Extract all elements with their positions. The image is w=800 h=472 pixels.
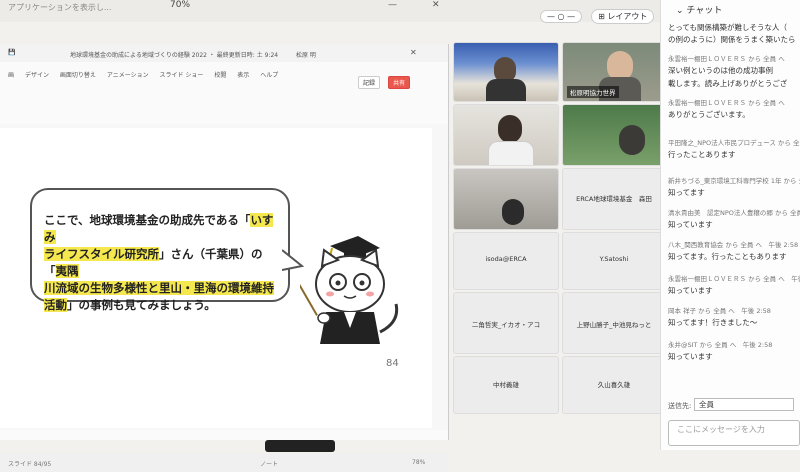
tab-review[interactable]: 校閲 [214, 70, 226, 79]
close-icon[interactable]: ✕ [432, 0, 440, 10]
participant-tile-3[interactable] [453, 104, 559, 166]
participant-tile-ysatoshi[interactable]: Y.Satoshi [562, 232, 666, 290]
participant-name: ERCA地球環境基金 森田 [576, 195, 652, 203]
cat-professor-icon [300, 236, 399, 344]
participant-name: 上野山勝子_中池見ねっと [576, 321, 652, 329]
share-button[interactable]: 共有 [388, 76, 411, 89]
chat-message: の例のように）関係をうまく築いたら [668, 35, 796, 44]
top-zoom-label[interactable]: 70% [170, 0, 190, 10]
slide-text-4hl: 活動 [44, 298, 67, 312]
participant-tile-kuyama[interactable]: 久山喜久雄 [562, 356, 666, 414]
slide-text-3hl: 川流域の生物多様性と里山・里海の環境維持 [44, 281, 274, 295]
chat-header[interactable]: ⌄ チャット [676, 3, 722, 16]
ppt-save-icon[interactable]: 💾 [8, 49, 15, 56]
participant-tile-isoda[interactable]: isoda@ERCA [453, 232, 559, 290]
slide-text-2hl: ライフスタイル研究所 [44, 247, 159, 261]
layout-label: レイアウト [607, 12, 648, 21]
chat-message: 永井@SIT から 全員 へ 午後 2:58 知っています [668, 341, 773, 361]
chat-message: 新井ちづる_東京環境工科専門学校 1年 から 全知ってます [668, 177, 800, 197]
chat-message: 永雲裕一棚田ＬＯＶＥＲＳ から 全員 へ深い例というのは他の成功事例 [668, 55, 785, 75]
chat-message: 岡本 祥子 から 全員 へ 午後 2:58 知ってます！行きました〜 [668, 307, 771, 327]
slide-counter: スライド 84/95 [8, 461, 52, 468]
notes-button[interactable]: ノート [260, 459, 278, 468]
chat-message: 八木_関西教育協会 から 全員 へ 午後 2:58 知ってます。行ったこともありま… [668, 241, 799, 261]
tab-insert[interactable]: 画 [8, 70, 14, 79]
ppt-title: 地球環境基金の助成による地域づくりの経験 2022 ・ 最終更新日時: 土 9:… [70, 52, 279, 59]
tab-animations[interactable]: アニメーション [107, 70, 149, 79]
slide-text-4b: 」の事例も見てみましょう。 [67, 298, 216, 312]
chevron-down-icon: ⌄ [676, 6, 687, 16]
participant-name: isoda@ERCA [485, 255, 527, 263]
slide-text-1a: ここで、地球環境基金の助成先である「 [44, 213, 251, 227]
participant-name: 松原明協力世界 [567, 86, 619, 98]
participant-tile-ueno[interactable]: 上野山勝子_中池見ねっと [562, 292, 666, 354]
chat-message: 載します。読み上げありがとうござ [668, 79, 788, 88]
top-blurred-text: アプリケーションを表示し... [8, 3, 112, 12]
ppt-actions: 記録 共有 [355, 70, 411, 89]
participant-body [488, 141, 534, 165]
chat-message: とっても関係構築が難しそうな人（ [668, 23, 788, 32]
participant-name: 中村義雄 [493, 381, 519, 389]
slide-text: ここで、地球環境基金の助成先である「いすみ ライフスタイル研究所」さん（千葉県）… [44, 212, 284, 314]
ppt-close-icon[interactable]: ✕ [410, 48, 417, 57]
participant-name: 二角哲実_イカオ・アコ [471, 321, 541, 329]
participant-tile-5[interactable] [453, 168, 559, 230]
tab-transitions[interactable]: 画面切り替え [60, 70, 96, 79]
chat-message: 永雲裕一棚田ＬＯＶＥＲＳ から 全員 へありがとうございます。 [668, 99, 785, 119]
participant-tile-1[interactable] [453, 42, 559, 102]
zoom-slider[interactable]: — ○ — [540, 10, 583, 23]
tab-slideshow[interactable]: スライド ショー [160, 70, 204, 79]
send-to-label: 送信先: [668, 402, 692, 410]
slide-text-2hl2: 夷隅 [55, 264, 79, 278]
tab-view[interactable]: 表示 [237, 70, 249, 79]
layout-button[interactable]: ⊞ レイアウト [591, 9, 655, 24]
tab-help[interactable]: ヘルプ [260, 70, 278, 79]
participant-tile-erca[interactable]: ERCA地球環境基金 森田 [562, 168, 666, 230]
tooltip-bar [265, 440, 335, 452]
ppt-user: 松原 明 [296, 52, 316, 59]
participant-tile-matsubara[interactable]: 松原明協力世界 [562, 42, 666, 102]
participant-face [498, 115, 522, 143]
participant-tile-nikado[interactable]: 二角哲実_イカオ・アコ [453, 292, 559, 354]
participant-face [502, 199, 524, 225]
chat-message: 永雲裕一棚田ＬＯＶＥＲＳ から 全員 へ 午後 知っています [668, 275, 800, 295]
record-button[interactable]: 記録 [358, 76, 381, 89]
ppt-zoom[interactable]: 78% [412, 459, 425, 466]
participant-face [619, 125, 645, 155]
participant-tile-4[interactable] [562, 104, 666, 166]
chat-input[interactable]: ここにメッセージを入力 [668, 420, 800, 446]
chat-title: チャット [686, 6, 723, 16]
view-controls: — ○ — ⊞ レイアウト [540, 4, 658, 24]
ppt-statusbar: スライド 84/95 ノート 78% [0, 454, 448, 472]
participant-name: Y.Satoshi [599, 255, 629, 263]
ppt-titlebar: 💾 地球環境基金の助成による地域づくりの経験 2022 ・ 最終更新日時: 土 … [0, 44, 448, 62]
chat-message: 清水貴由美 認定NPO法人豊穣の郷 から 全員 知っています [668, 209, 800, 229]
participant-body [486, 79, 526, 101]
participant-name: 久山喜久雄 [597, 381, 631, 389]
tab-design[interactable]: デザイン [25, 70, 49, 79]
minimize-icon[interactable]: — [388, 0, 397, 10]
slide-page-number: 84 [386, 358, 399, 369]
send-to-select[interactable]: 全員 [694, 398, 794, 411]
participant-tile-nakamura[interactable]: 中村義雄 [453, 356, 559, 414]
chat-message: 平田隆之_NPO法人市民プロデュース から 全員 行ったことあります [668, 139, 800, 159]
